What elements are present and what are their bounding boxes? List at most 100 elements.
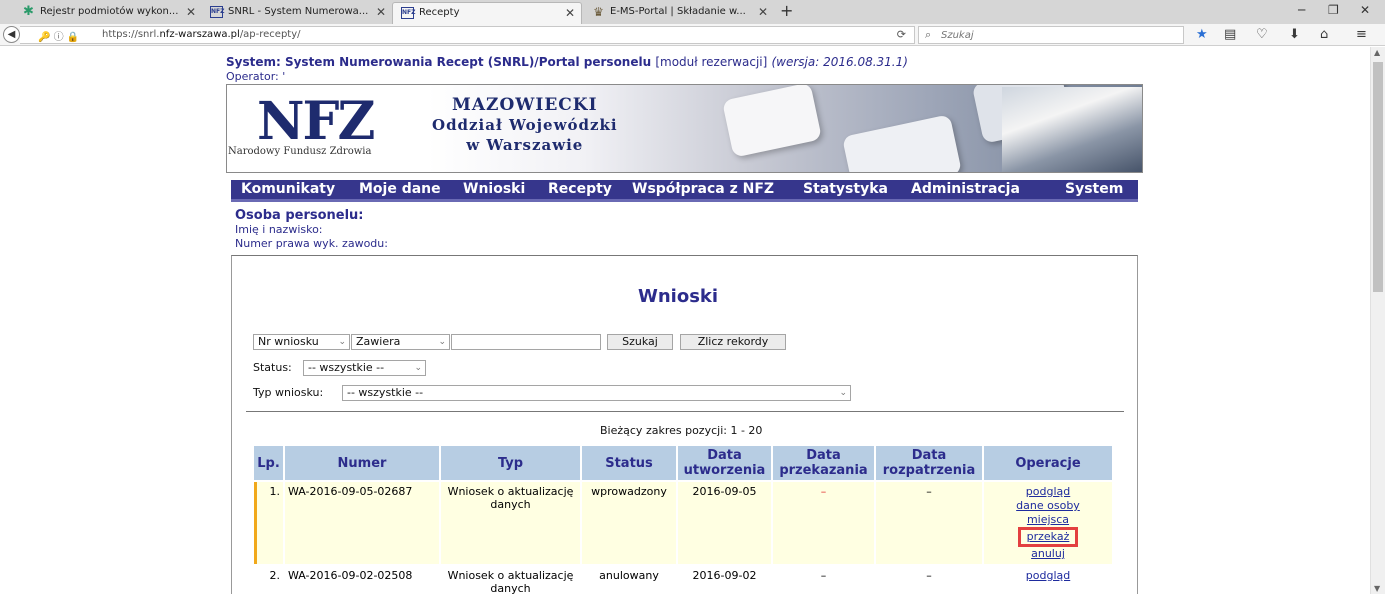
reload-icon[interactable]: ⟳	[897, 28, 906, 41]
menu-recepty[interactable]: Recepty	[548, 181, 612, 197]
col-header-typ[interactable]: Typ	[441, 446, 580, 480]
url-prefix: https://snrl.	[102, 29, 160, 40]
op-miejsca-link[interactable]: miejsca	[987, 513, 1109, 527]
table-header-row: Lp. Numer Typ Status Data utworzenia Dat…	[254, 446, 1112, 480]
close-tab-icon[interactable]: ✕	[376, 2, 386, 22]
cell-data-przekazania: –	[773, 482, 874, 564]
nfz-banner: NFZ Narodowy Fundusz Zdrowia MAZOWIECKI …	[226, 84, 1143, 173]
col-header-data-przekazania[interactable]: Data przekazania	[773, 446, 874, 480]
cell-lp: 1.	[254, 482, 283, 564]
back-arrow-icon[interactable]: ◀	[3, 26, 20, 43]
new-tab-button[interactable]: +	[780, 2, 793, 20]
close-tab-icon[interactable]: ✕	[186, 2, 196, 22]
chevron-down-icon: ⌄	[839, 388, 847, 398]
col-header-operacje: Operacje	[984, 446, 1112, 480]
nfz-favicon-icon: NFZ	[401, 7, 415, 19]
download-icon[interactable]: ⬇	[1289, 27, 1300, 42]
search-field-select[interactable]: Nr wniosku ⌄	[253, 334, 350, 350]
type-select[interactable]: -- wszystkie -- ⌄	[342, 385, 851, 401]
menu-moje-dane[interactable]: Moje dane	[359, 181, 441, 197]
highlight-box: przekaż	[1017, 527, 1079, 547]
range-info: Bieżący zakres pozycji: 1 - 20	[600, 424, 763, 437]
tab-title: Recepty	[419, 7, 460, 18]
chevron-down-icon: ⌄	[338, 337, 346, 347]
lock-icon: 🔒	[66, 32, 80, 43]
site-identity-icon[interactable]: 🔑 ⓘ 🔒	[38, 28, 79, 43]
op-dane-osoby-link[interactable]: dane osoby	[987, 499, 1109, 513]
cell-numer: WA-2016-09-02-02508	[285, 566, 439, 594]
search-mode-value: Zawiera	[356, 335, 401, 348]
url-text[interactable]: https://snrl.nfz-warszawa.pl/ap-recepty/	[102, 29, 301, 40]
version-text: (wersja: 2016.08.31.1)	[771, 55, 908, 69]
cell-lp: 2.	[254, 566, 283, 594]
hamburger-menu-icon[interactable]: ≡	[1356, 27, 1367, 42]
nfz-logo-subtitle: Narodowy Fundusz Zdrowia	[228, 146, 372, 157]
browser-tab-recepty[interactable]: NFZ Recepty ✕	[392, 2, 582, 24]
browser-tab-rejestr[interactable]: ✱ Rejestr podmiotów wykon... ✕	[14, 2, 202, 24]
browser-tab-bar: ✱ Rejestr podmiotów wykon... ✕ NFZ SNRL …	[0, 0, 1385, 24]
op-podglad-link[interactable]: podgląd	[987, 485, 1109, 499]
type-value: -- wszystkie --	[347, 386, 424, 399]
browser-search-box[interactable]: ⌕	[918, 26, 1184, 44]
chevron-down-icon: ⌄	[438, 337, 446, 347]
browser-tab-snrl[interactable]: NFZ SNRL - System Numerowa... ✕	[202, 2, 392, 24]
search-mode-select[interactable]: Zawiera ⌄	[351, 334, 450, 350]
cell-operacje: podgląd	[984, 566, 1112, 594]
branch-line-3: w Warszawie	[466, 136, 584, 154]
browser-tab-ems[interactable]: ♛ E-MS-Portal | Składanie w... ✕	[584, 2, 774, 24]
system-info-line: System: System Numerowania Recept (SNRL)…	[226, 55, 908, 69]
cell-status: anulowany	[582, 566, 676, 594]
scrollbar-thumb[interactable]	[1373, 62, 1383, 292]
count-records-button[interactable]: Zlicz rekordy	[680, 334, 786, 350]
op-przekaz-link[interactable]: przekaż	[1027, 530, 1070, 544]
col-header-data-rozpatrzenia[interactable]: Data rozpatrzenia	[876, 446, 982, 480]
col-header-status[interactable]: Status	[582, 446, 676, 480]
cell-data-utworzenia: 2016-09-05	[678, 482, 771, 564]
op-podglad-link[interactable]: podgląd	[987, 569, 1109, 583]
op-anuluj-link[interactable]: anuluj	[987, 547, 1109, 561]
pocket-icon[interactable]: ♡	[1256, 27, 1268, 42]
tab-title: E-MS-Portal | Składanie w...	[610, 6, 746, 17]
menu-administracja[interactable]: Administracja	[911, 181, 1020, 197]
cell-data-przekazania: –	[773, 566, 874, 594]
status-select[interactable]: -- wszystkie -- ⌄	[303, 360, 426, 376]
browser-nav-bar: ◀ 🔑 ⓘ 🔒 https://snrl.nfz-warszawa.pl/ap-…	[0, 24, 1385, 46]
close-tab-icon[interactable]: ✕	[758, 2, 768, 22]
person-license-label: Numer prawa wyk. zawodu:	[235, 237, 388, 250]
url-path: /ap-recepty/	[239, 29, 301, 40]
chevron-down-icon: ⌄	[414, 363, 422, 373]
menu-wnioski[interactable]: Wnioski	[463, 181, 525, 197]
status-value: -- wszystkie --	[308, 361, 385, 374]
restore-icon[interactable]: ❐	[1328, 3, 1339, 17]
cell-status: wprowadzony	[582, 482, 676, 564]
menu-wspolpraca[interactable]: Współpraca z NFZ	[632, 181, 774, 197]
reading-list-icon[interactable]: ▤	[1224, 27, 1236, 42]
cell-numer: WA-2016-09-05-02687	[285, 482, 439, 564]
operator-line: Operator: '	[226, 70, 286, 83]
table-row: 2. WA-2016-09-02-02508 Wniosek o aktuali…	[254, 566, 1112, 594]
cell-operacje: podgląd dane osoby miejsca przekaż anulu…	[984, 482, 1112, 564]
window-close-icon[interactable]: ✕	[1360, 3, 1370, 17]
nfz-logo: NFZ	[257, 91, 375, 152]
scroll-down-icon[interactable]: ▼	[1374, 584, 1380, 593]
browser-search-input[interactable]	[941, 28, 1171, 42]
scroll-up-icon[interactable]: ▲	[1374, 48, 1380, 57]
search-input[interactable]	[451, 334, 601, 350]
person-info: Osoba personelu: Imię i nazwisko: Numer …	[235, 208, 388, 251]
home-icon[interactable]: ⌂	[1320, 27, 1328, 42]
vertical-scrollbar[interactable]: ▲ ▼	[1370, 47, 1385, 594]
bookmark-star-icon[interactable]: ★	[1196, 27, 1208, 42]
search-button[interactable]: Szukaj	[607, 334, 673, 350]
person-title: Osoba personelu:	[235, 208, 364, 223]
close-tab-icon[interactable]: ✕	[565, 3, 575, 23]
menu-komunikaty[interactable]: Komunikaty	[241, 181, 335, 197]
branch-name: MAZOWIECKI Oddział Wojewódzki w Warszawi…	[432, 95, 618, 155]
status-label: Status:	[253, 361, 292, 374]
minimize-icon[interactable]: ─	[1298, 3, 1305, 17]
col-header-data-utworzenia[interactable]: Data utworzenia	[678, 446, 771, 480]
menu-system[interactable]: System	[1065, 181, 1123, 197]
col-header-numer[interactable]: Numer	[285, 446, 439, 480]
address-bar[interactable]: 🔑 ⓘ 🔒 https://snrl.nfz-warszawa.pl/ap-re…	[20, 26, 915, 44]
eagle-favicon-icon: ♛	[593, 5, 604, 19]
menu-statystyka[interactable]: Statystyka	[803, 181, 888, 197]
